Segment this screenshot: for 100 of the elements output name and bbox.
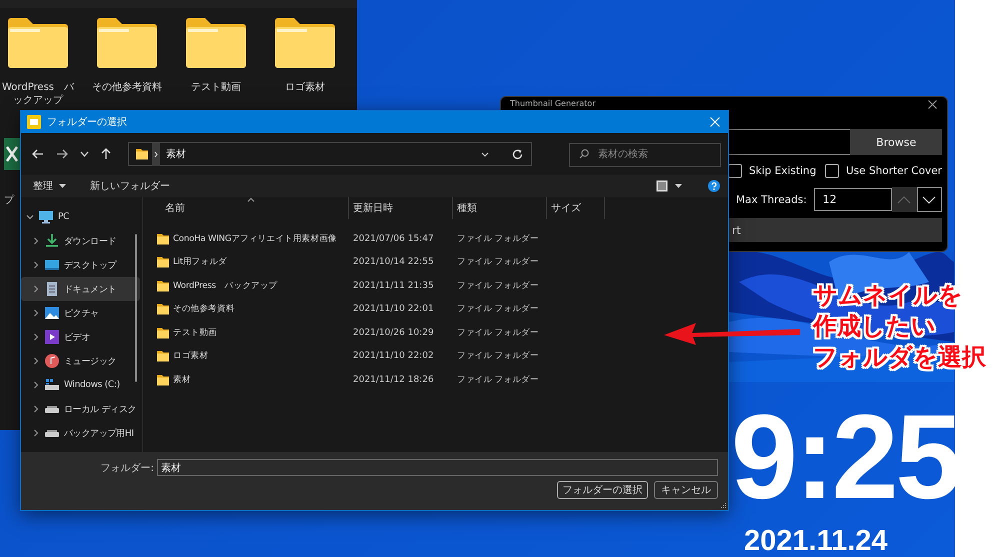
folder-icon: [27, 115, 41, 129]
desktop-icon: [45, 258, 59, 272]
clock-date: 2021.11.24: [744, 526, 888, 557]
chevron-right-icon[interactable]: [32, 405, 40, 413]
address-bar[interactable]: 素材: [128, 142, 532, 166]
table-cell-text: ファイル フォルダー: [456, 303, 540, 316]
field-label: フォルダー:: [100, 462, 155, 474]
nav-item[interactable]: バックアップ用HI: [21, 421, 140, 445]
nav-item[interactable]: ミュージック: [21, 349, 140, 373]
file-name[interactable]: Lit用フォルダ: [173, 256, 227, 268]
organize-menu[interactable]: 整理: [29, 176, 70, 196]
folder-icon: [135, 147, 149, 161]
list-view-icon: [656, 180, 668, 192]
checkbox[interactable]: [825, 164, 839, 178]
help-icon[interactable]: [708, 180, 720, 192]
folder-icon: [156, 372, 170, 387]
chevron-right-icon[interactable]: [32, 357, 40, 365]
nav-item[interactable]: ローカル ディスク: [21, 397, 140, 421]
checkbox-label[interactable]: Skip Existing: [749, 165, 816, 177]
table-cell-text: 2021/10/14 22:55: [352, 257, 435, 268]
decrement-button[interactable]: [916, 187, 942, 212]
table-cell-text: ファイル フォルダー: [456, 256, 540, 268]
nav-item[interactable]: デスクトップ: [21, 253, 140, 277]
file-name[interactable]: テスト動画: [173, 326, 218, 339]
chevron-right-icon[interactable]: [32, 333, 40, 341]
file-name[interactable]: 素材: [173, 374, 191, 386]
file-name[interactable]: その他参考資料: [173, 303, 235, 316]
nav-item[interactable]: ビデオ: [21, 325, 140, 349]
table-cell-text: 2021/11/12 18:26: [352, 374, 435, 385]
cancel-button[interactable]: キャンセル: [654, 481, 718, 499]
close-icon[interactable]: [928, 100, 937, 108]
window-title: フォルダーの選択: [47, 116, 128, 129]
start-button[interactable]: rt: [728, 218, 942, 242]
folder-icon: [156, 302, 170, 316]
document-icon: [45, 282, 59, 296]
chevron-up-icon: [897, 196, 912, 204]
refresh-icon[interactable]: [512, 148, 523, 160]
folder-icon: [156, 278, 170, 293]
back-arrow-icon[interactable]: [32, 149, 44, 159]
nav-item[interactable]: ダウンロード: [21, 229, 140, 253]
chevron-down-icon[interactable]: [26, 213, 34, 221]
chevron-right-icon: [152, 142, 160, 166]
folder-name[interactable]: ロゴ素材: [266, 81, 344, 94]
up-arrow-icon[interactable]: [101, 148, 111, 160]
chevron-down-icon[interactable]: [80, 151, 89, 157]
chevron-right-icon[interactable]: [32, 309, 40, 317]
column-header[interactable]: 名前: [143, 197, 349, 219]
annotation-text: 作成したい: [813, 311, 937, 342]
column-header[interactable]: 種類: [453, 197, 547, 219]
music-icon: [45, 354, 59, 368]
chevron-right-icon[interactable]: [32, 261, 40, 269]
scrollbar[interactable]: [135, 234, 137, 382]
drive-icon: [45, 378, 59, 392]
chevron-right-icon[interactable]: [32, 381, 40, 389]
chevron-right-icon[interactable]: [32, 429, 40, 437]
column-header[interactable]: サイズ: [547, 197, 605, 219]
table-cell-text: ファイル フォルダー: [456, 326, 540, 339]
forward-arrow-icon[interactable]: [56, 149, 68, 159]
folder-name[interactable]: テスト動画: [177, 81, 255, 94]
folder-icon[interactable]: [274, 17, 336, 69]
table-cell-text: ファイル フォルダー: [456, 280, 540, 292]
table-cell-text: ファイル フォルダー: [456, 350, 540, 362]
video-icon: [45, 330, 59, 344]
nav-item[interactable]: PC: [21, 205, 140, 229]
folder-name[interactable]: その他参考資料: [88, 81, 166, 94]
file-name[interactable]: ConoHa WINGアフィリエイト用素材画像: [173, 232, 337, 245]
path-field[interactable]: [728, 129, 850, 155]
breadcrumb[interactable]: 素材: [166, 147, 478, 161]
file-name[interactable]: ロゴ素材: [173, 350, 208, 362]
select-folder-button[interactable]: フォルダーの選択: [557, 481, 648, 499]
view-menu[interactable]: [656, 180, 682, 192]
caret-down-icon: [59, 184, 66, 188]
folder-icon: [156, 349, 170, 364]
folder-icon[interactable]: [96, 17, 158, 69]
nav-item[interactable]: ピクチャ: [21, 301, 140, 325]
file-name[interactable]: WordPress バックアップ: [173, 280, 278, 292]
table-cell-text: 2021/11/10 22:01: [352, 304, 435, 314]
table-cell-text: 2021/07/06 15:47: [352, 234, 435, 244]
folder-icon[interactable]: [185, 17, 247, 69]
nav-item[interactable]: ドキュメント: [21, 277, 140, 301]
chevron-right-icon[interactable]: [32, 285, 40, 293]
window-title: Thumbnail Generator: [510, 99, 596, 109]
chevron-down-icon[interactable]: [481, 152, 489, 156]
folder-name[interactable]: WordPress バックアップ: [0, 81, 77, 107]
folder-icon[interactable]: [7, 17, 69, 69]
file-name[interactable]: プ: [4, 193, 14, 207]
table-cell-text: ファイル フォルダー: [456, 232, 540, 245]
chevron-down-icon: [922, 196, 936, 204]
folder-icon: [156, 232, 170, 246]
chevron-right-icon[interactable]: [32, 237, 40, 245]
checkbox-label[interactable]: Use Shorter Cover: [846, 165, 942, 177]
nav-item[interactable]: Windows (C:): [21, 373, 140, 397]
spreadsheet-icon[interactable]: [4, 138, 20, 170]
column-header[interactable]: 更新日時: [349, 197, 453, 219]
table-cell-text: ファイル フォルダー: [456, 374, 540, 386]
new-folder-button[interactable]: 新しいフォルダー: [86, 176, 174, 196]
folder-name-field[interactable]: 素材: [157, 459, 718, 476]
browse-button[interactable]: Browse: [850, 129, 942, 155]
search-field[interactable]: 素材の検索: [569, 142, 721, 166]
number-field[interactable]: 12: [814, 188, 892, 211]
